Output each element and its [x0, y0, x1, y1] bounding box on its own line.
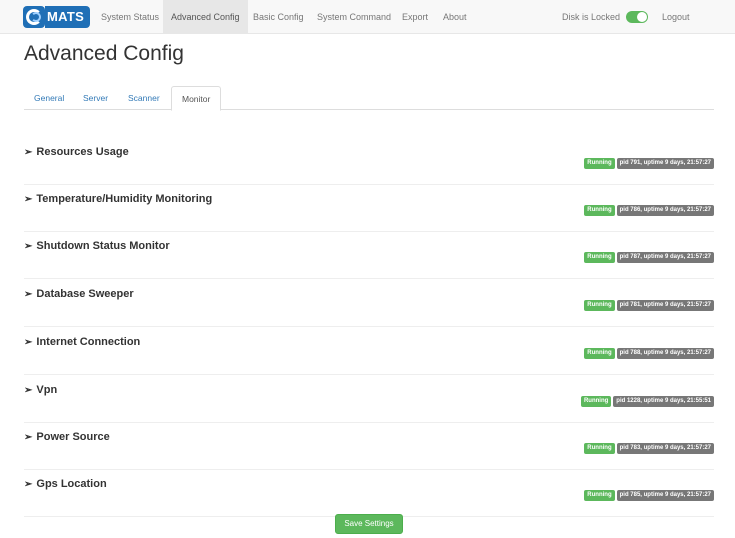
monitor-section[interactable]: ➢ Internet Connection Running pid 788, upt…: [24, 328, 714, 375]
section-header[interactable]: ➢ Database Sweeper: [24, 288, 134, 300]
monitor-section[interactable]: ➢ Shutdown Status Monitor Running pid 787,…: [24, 232, 714, 279]
monitor-section[interactable]: ➢ Gps Location Running pid 785, uptime 9 d…: [24, 470, 714, 517]
disk-lock-toggle[interactable]: [626, 11, 649, 23]
brand-logo[interactable]: MATS: [23, 6, 91, 28]
status-badge: Running: [584, 205, 615, 216]
nav-system-status[interactable]: System Status: [101, 0, 159, 34]
section-header[interactable]: ➢ Vpn: [24, 384, 57, 396]
pid-badge: pid 787, uptime 9 days, 21:57:27: [616, 252, 714, 263]
expand-arrow-icon: ➢: [24, 478, 33, 490]
pid-badge: pid 781, uptime 9 days, 21:57:27: [616, 300, 714, 311]
pid-badge: pid 1228, uptime 9 days, 21:55:51: [613, 396, 714, 407]
expand-arrow-icon: ➢: [24, 336, 33, 348]
status-badge: Running: [584, 348, 615, 359]
pid-badge: pid 791, uptime 9 days, 21:57:27: [616, 158, 714, 169]
pid-badge: pid 786, uptime 9 days, 21:57:27: [616, 205, 714, 216]
top-navbar: MATS System Status Advanced Config Basic…: [0, 0, 735, 34]
status-badge: Running: [580, 396, 612, 407]
section-title: Vpn: [36, 384, 58, 396]
monitor-section[interactable]: ➢ Power Source Running pid 783, uptime 9 d…: [24, 423, 714, 470]
save-settings-button[interactable]: Save Settings: [335, 514, 403, 534]
tab-server[interactable]: Server: [73, 86, 118, 110]
nav-about[interactable]: About: [443, 0, 467, 34]
pid-badge: pid 785, uptime 9 days, 21:57:27: [616, 490, 714, 501]
nav-basic-config[interactable]: Basic Config: [253, 0, 304, 34]
tab-monitor[interactable]: Monitor: [171, 86, 222, 111]
section-header[interactable]: ➢ Temperature/Humidity Monitoring: [24, 193, 212, 205]
nav-logout[interactable]: Logout: [662, 0, 690, 34]
section-header[interactable]: ➢ Gps Location: [24, 478, 107, 490]
pid-badge: pid 783, uptime 9 days, 21:57:27: [616, 443, 714, 454]
section-header[interactable]: ➢ Shutdown Status Monitor: [24, 240, 170, 252]
section-header[interactable]: ➢ Resources Usage: [24, 146, 129, 158]
expand-arrow-icon: ➢: [24, 288, 33, 300]
section-title: Database Sweeper: [36, 288, 134, 300]
tab-scanner[interactable]: Scanner: [118, 86, 170, 110]
status-badge: Running: [584, 443, 615, 454]
status-badge: Running: [584, 490, 615, 501]
config-tabs: General Server Scanner Monitor: [24, 86, 714, 111]
section-header[interactable]: ➢ Power Source: [24, 431, 110, 443]
nav-export[interactable]: Export: [402, 0, 428, 34]
expand-arrow-icon: ➢: [24, 431, 33, 443]
expand-arrow-icon: ➢: [24, 193, 33, 205]
logo-icon: [23, 6, 45, 28]
section-title: Gps Location: [36, 478, 107, 490]
section-title: Resources Usage: [36, 146, 129, 158]
section-title: Internet Connection: [36, 336, 141, 348]
nav-advanced-config[interactable]: Advanced Config: [163, 0, 248, 34]
nav-system-command[interactable]: System Command: [317, 0, 391, 34]
expand-arrow-icon: ➢: [24, 240, 33, 252]
monitor-section[interactable]: ➢ Temperature/Humidity Monitoring Running…: [24, 185, 714, 232]
page-title: Advanced Config: [24, 42, 184, 65]
section-title: Temperature/Humidity Monitoring: [36, 193, 213, 205]
section-title: Shutdown Status Monitor: [36, 240, 170, 252]
logo-text: MATS: [45, 6, 91, 28]
status-badge: Running: [584, 300, 615, 311]
monitor-section[interactable]: ➢ Resources Usage Running pid 791, uptime …: [24, 138, 714, 185]
expand-arrow-icon: ➢: [24, 384, 33, 396]
disk-lock-label: Disk is Locked: [562, 12, 621, 22]
section-header[interactable]: ➢ Internet Connection: [24, 336, 140, 348]
disk-lock: Disk is Locked: [562, 0, 649, 34]
monitor-section[interactable]: ➢ Vpn Running pid 1228, uptime 9 days, 21:…: [24, 376, 714, 423]
status-badge: Running: [584, 252, 615, 263]
pid-badge: pid 788, uptime 9 days, 21:57:27: [616, 348, 714, 359]
tab-general[interactable]: General: [24, 86, 74, 110]
expand-arrow-icon: ➢: [24, 146, 33, 158]
monitor-section[interactable]: ➢ Database Sweeper Running pid 781, uptime…: [24, 280, 714, 327]
status-badge: Running: [584, 158, 615, 169]
section-title: Power Source: [36, 431, 110, 443]
